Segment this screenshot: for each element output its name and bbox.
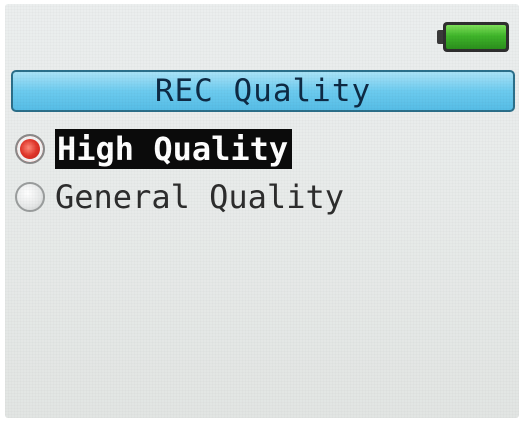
radio-unchecked-icon[interactable] (15, 182, 45, 212)
menu-title-bar: REC Quality (11, 70, 515, 112)
device-bezel: REC Quality High Quality General Quality (0, 0, 527, 423)
device-screen: REC Quality High Quality General Quality (5, 4, 519, 418)
option-label[interactable]: High Quality (55, 129, 293, 169)
battery-body (443, 22, 509, 52)
option-general-quality[interactable]: General Quality (15, 176, 344, 218)
option-high-quality[interactable]: High Quality (15, 128, 293, 170)
radio-checked-icon[interactable] (15, 134, 45, 164)
option-label[interactable]: General Quality (55, 177, 344, 217)
battery-fill (446, 25, 506, 49)
page-title: REC Quality (154, 73, 372, 109)
battery-full-icon (435, 20, 515, 54)
